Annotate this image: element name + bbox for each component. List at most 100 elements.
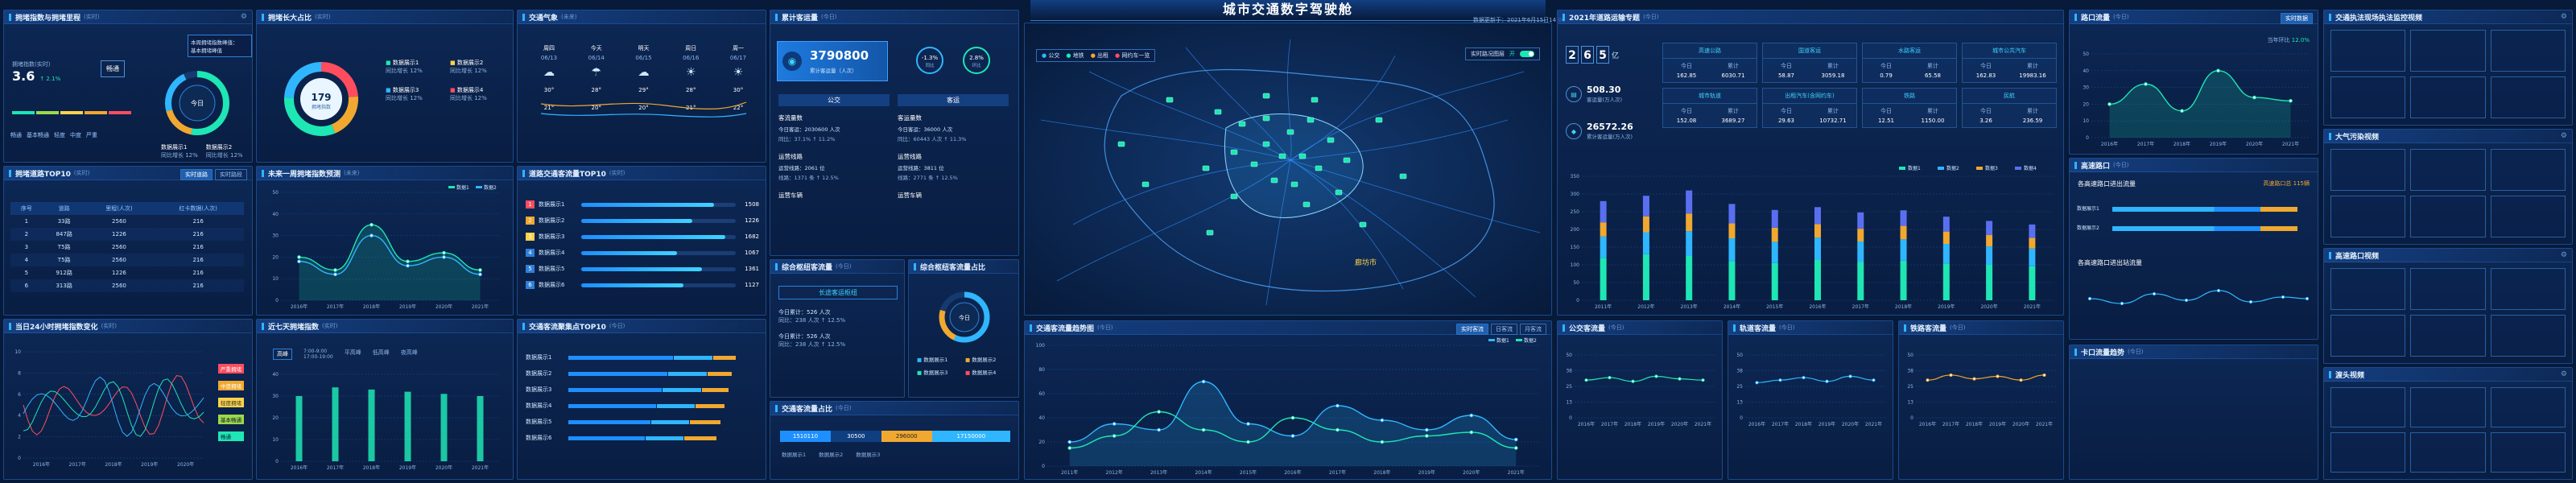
hub-ratio-center: 今日: [959, 314, 970, 321]
stacked-bar: [1771, 209, 1778, 228]
more-icon[interactable]: ⚙: [2561, 13, 2567, 21]
table-row[interactable]: 6 313路 2560 216: [10, 279, 244, 292]
y-tick-label: 40: [2083, 68, 2089, 74]
big-digit: 2: [1566, 46, 1579, 64]
hotspot-bar-seg: [568, 419, 650, 424]
video-tile[interactable]: [2490, 268, 2566, 310]
stacked-bar: [1942, 263, 1950, 300]
y-tick-label: 350: [1571, 174, 1580, 180]
video-tile[interactable]: [2330, 149, 2406, 191]
data-point: [1996, 374, 2000, 378]
video-tile[interactable]: [2330, 196, 2406, 237]
realtime-road-button[interactable]: 实时道路: [180, 169, 213, 180]
video-tile[interactable]: [2410, 387, 2486, 427]
table-cell: 3: [24, 244, 29, 250]
tab-flat-peak[interactable]: 平高峰: [345, 349, 361, 360]
video-tile[interactable]: [2490, 149, 2566, 191]
x-tick-label: 2016年: [1809, 303, 1826, 310]
share-item: 数据展示2: [819, 452, 844, 458]
video-tile[interactable]: [2330, 30, 2406, 72]
map-marker: [1359, 221, 1367, 228]
cross-bar-seg: [2112, 226, 2215, 231]
plan-card-value: 3689.27: [1721, 118, 1745, 124]
data-point: [442, 255, 446, 259]
video-tile[interactable]: [2490, 196, 2566, 237]
realtime-flow-button[interactable]: 实时客流: [1456, 324, 1488, 335]
legend-swatch: [2015, 167, 2021, 170]
passenger-card: 运营车辆: [898, 191, 1009, 202]
stacked-bar: [1728, 261, 1736, 300]
video-tile[interactable]: [2410, 196, 2486, 237]
tab-night-peak[interactable]: 夜高峰: [401, 349, 418, 360]
data-point: [1157, 427, 1161, 432]
passenger-line: 今日客运：36000 人次: [898, 126, 953, 133]
video-tile[interactable]: [2410, 30, 2486, 72]
more-icon[interactable]: ⚙: [2561, 132, 2567, 140]
plan-card: 民航 今日 累计 3.26 236.59: [1962, 88, 2057, 128]
video-tile[interactable]: [2410, 432, 2486, 473]
hotspot-row: 数据展示1: [526, 353, 759, 361]
video-tile[interactable]: [2410, 268, 2486, 310]
panel-hotspot: 交通客流聚集点TOP10 (今日) 数据展示1 数据展示2 数据展示3 数据展示4 数据展…: [517, 319, 766, 480]
level-tag: 中度拥堵: [218, 381, 244, 390]
tab-peak[interactable]: 高峰: [273, 349, 292, 360]
video-tile[interactable]: [2330, 76, 2406, 118]
map-marker: [1214, 109, 1222, 115]
stacked-bar: [1642, 232, 1649, 254]
more-icon[interactable]: ⚙: [2561, 251, 2567, 259]
x-tick-label: 2017年: [1942, 421, 1959, 427]
table-cell: 2560: [85, 254, 153, 266]
video-tile[interactable]: [2410, 76, 2486, 118]
table-row[interactable]: 1 33路 2560 216: [10, 215, 244, 228]
legend-swatch: [1938, 167, 1944, 170]
table-row[interactable]: 3 T5路 2560 216: [10, 241, 244, 254]
passenger-line: 同比：37.1% ↑ 11.2%: [778, 136, 836, 142]
panel-unit: (实时): [101, 323, 117, 329]
video-grid: [2330, 149, 2566, 237]
table-row[interactable]: 2 847路 1226 216: [10, 228, 244, 241]
stacked-bar: [1814, 237, 1821, 260]
video-tile[interactable]: [2490, 387, 2566, 427]
realtime-data-button[interactable]: 实时数据: [2281, 13, 2313, 24]
map-marker: [1166, 97, 1174, 103]
video-tile[interactable]: [2330, 432, 2406, 473]
hotspot-bar-seg: [650, 419, 690, 424]
bus-chart: 0 13 25 38 50 2016年 2017年 2018年 2019年 2020年 2021年: [1566, 353, 1715, 427]
table-row[interactable]: 5 912路 1226 216: [10, 266, 244, 279]
video-tile[interactable]: [2330, 315, 2406, 357]
video-tile[interactable]: [2490, 432, 2566, 473]
daily-flow-button[interactable]: 日客流: [1491, 324, 1517, 335]
city-map: [1040, 39, 1541, 306]
video-tile[interactable]: [2330, 268, 2406, 310]
realtime-segment-button[interactable]: 实时路段: [215, 169, 247, 180]
data-point: [1972, 377, 1976, 381]
share-seg: 30500: [830, 431, 881, 442]
monthly-flow-button[interactable]: 月客流: [1520, 324, 1546, 335]
video-tile[interactable]: [2490, 30, 2566, 72]
more-icon[interactable]: ⚙: [2561, 370, 2567, 378]
tab-low-peak[interactable]: 低高峰: [373, 349, 390, 360]
title-banner: 城市交通数字驾驶舱: [1030, 0, 1546, 21]
video-tile[interactable]: [2330, 387, 2406, 427]
ratio-donut: 179 拥堵指数: [284, 62, 358, 136]
panel-hub: 综合枢纽客流量 (今日) 长途客运枢纽 今日累计：526 人次 同比：238 人次 …: [770, 259, 905, 398]
table-cell: 912路: [56, 270, 72, 276]
video-tile[interactable]: [2410, 315, 2486, 357]
ring-item-name: 数据展示1: [161, 144, 188, 151]
table-row[interactable]: 4 T5路 2560 216: [10, 254, 244, 266]
data-point: [333, 272, 337, 277]
y-tick-label: 25: [1907, 384, 1913, 390]
video-tile[interactable]: [2490, 76, 2566, 118]
hotspot-bar-seg: [668, 371, 707, 376]
map-panel[interactable]: ● 公交 ● 地铁 ● 出租 ● 网约车一览 实时路况图层 开 廊坊市: [1024, 23, 1552, 316]
plan-card-label: 今日: [1781, 108, 1792, 114]
video-tile[interactable]: [2410, 149, 2486, 191]
gear-icon[interactable]: ⚙: [241, 13, 247, 21]
panel-unit: (实时): [84, 14, 100, 20]
mom-value: 2.8%: [969, 55, 984, 61]
legend-label: 数据1: [1496, 337, 1509, 344]
map-marker: [1335, 189, 1343, 196]
big-unit: 亿: [1612, 52, 1620, 60]
table-cell: 1: [24, 218, 29, 225]
video-tile[interactable]: [2490, 315, 2566, 357]
